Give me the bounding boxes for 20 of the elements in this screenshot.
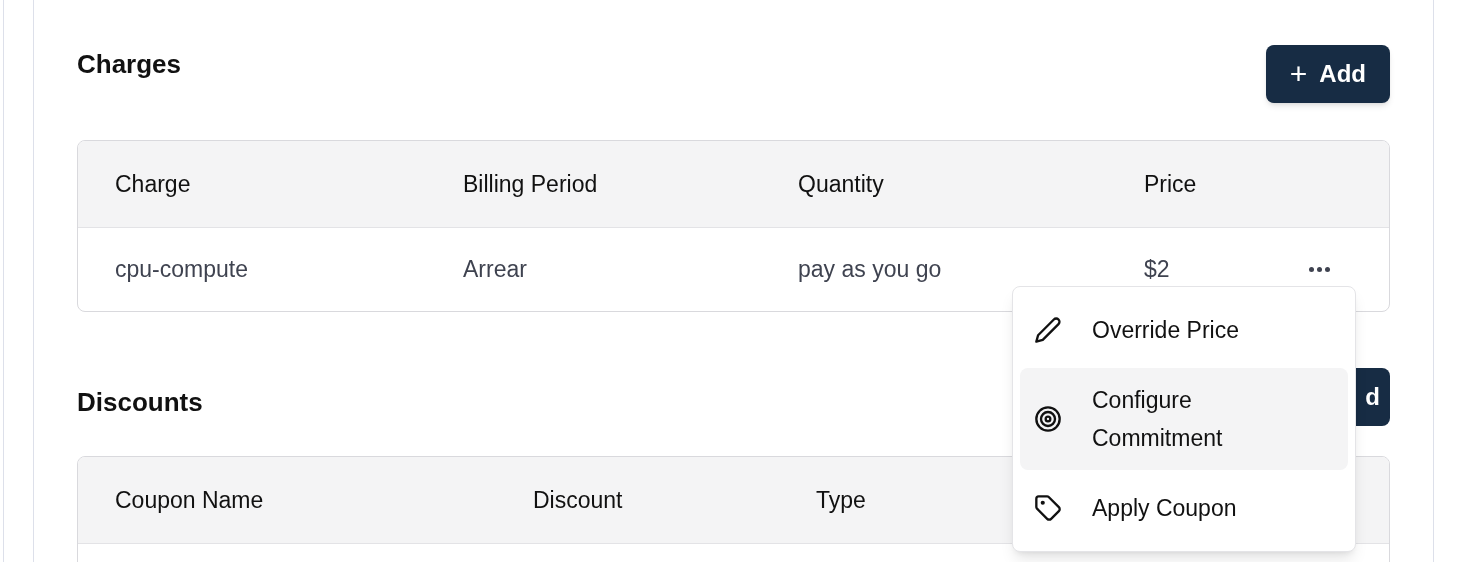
table-cell-text: cpu-compute: [115, 255, 249, 285]
menu-item[interactable]: Configure Commitment: [1020, 368, 1348, 470]
column-header: Charge: [115, 169, 192, 199]
table-cell-text: $2: [1144, 255, 1171, 285]
table-cell-text: pay as you go: [798, 255, 943, 285]
column-header: Price: [1144, 169, 1198, 199]
column-header: Type: [816, 485, 867, 515]
plus-icon: +: [1289, 59, 1308, 89]
section-title: Charges: [77, 48, 182, 81]
more-options-icon[interactable]: [1307, 265, 1332, 274]
column-header: Billing Period: [463, 169, 599, 199]
pencil-icon: [1034, 316, 1062, 344]
column-header: Discount: [533, 485, 624, 515]
add-button[interactable]: + Add: [1265, 45, 1390, 103]
section-title: Discounts: [77, 386, 203, 419]
target-icon: [1034, 405, 1062, 433]
column-header: Quantity: [798, 169, 885, 199]
column-header: Coupon Name: [115, 485, 265, 515]
tag-icon: [1034, 494, 1062, 522]
table-cell-text: Arrear: [463, 255, 528, 285]
